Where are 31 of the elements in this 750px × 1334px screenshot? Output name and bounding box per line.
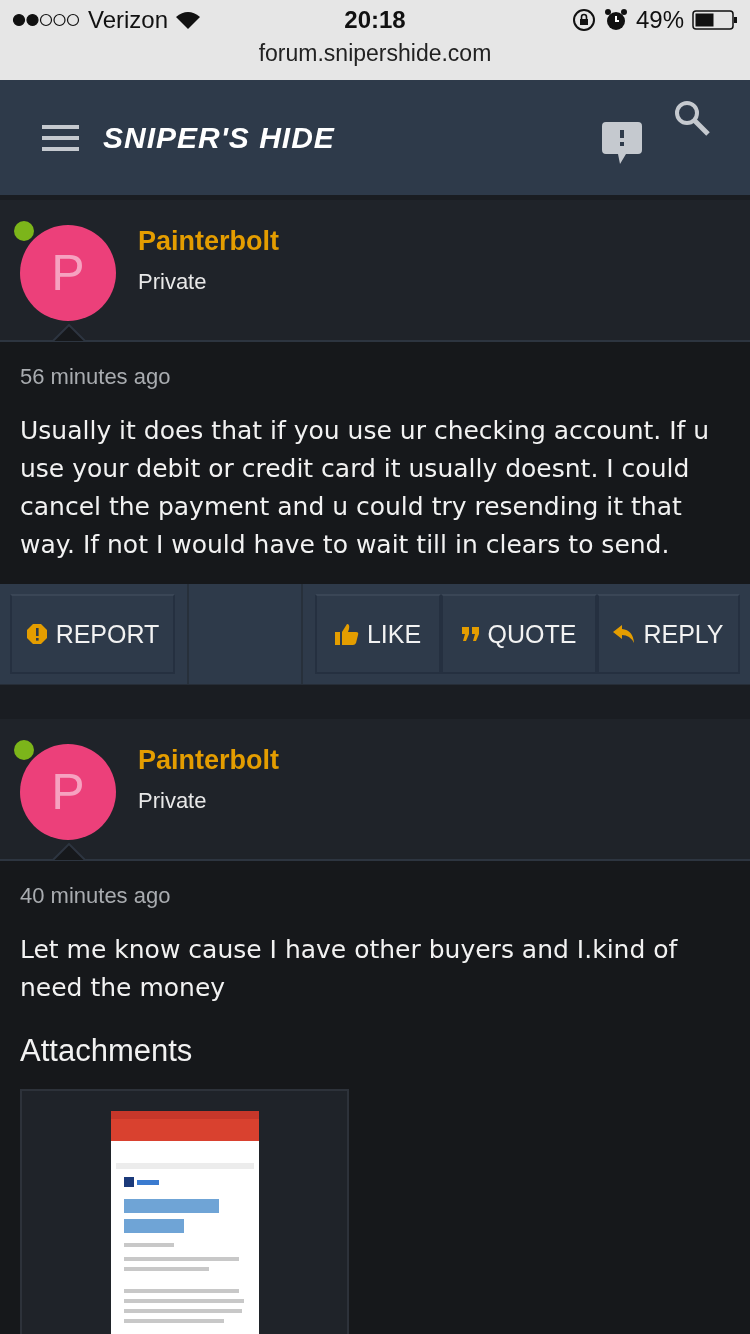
reply-arrow-icon [613, 625, 636, 643]
menu-icon[interactable] [42, 124, 79, 151]
site-logo[interactable]: SNIPER'S HIDE [103, 120, 602, 155]
search-icon[interactable] [674, 99, 710, 136]
author-name[interactable]: Painterbolt [138, 226, 279, 257]
user-role: Private [138, 269, 208, 295]
clock-time: 20:18 [343, 6, 407, 34]
user-role: Private [138, 788, 208, 814]
url-bar[interactable]: forum.snipershide.com [0, 40, 750, 80]
alert-bubble-icon[interactable] [602, 121, 642, 164]
like-button[interactable]: LIKE [315, 594, 441, 674]
author-name[interactable]: Painterbolt [138, 745, 279, 776]
post-message: Usually it does that if you use ur checking account. If u use your debit or credit card it usually doesnt. I could cancel the payment and u could try resending it that way. If not I would have to wait till in clears to send. [20, 415, 711, 561]
wifi-icon [176, 11, 201, 29]
warning-icon [25, 623, 48, 645]
thumbs-up-icon [334, 623, 359, 645]
battery-icon [692, 10, 738, 30]
alarm-icon [603, 8, 628, 32]
post-time[interactable]: 40 minutes ago [20, 883, 730, 909]
report-button[interactable]: REPORT [10, 594, 175, 674]
post-message: Let me know cause I have other buyers and I.kind of need the money [20, 934, 679, 1004]
quote-button[interactable]: QUOTE [441, 594, 597, 674]
attachments-heading: Attachments [20, 1033, 194, 1069]
attachment-thumbnail[interactable] [20, 1089, 349, 1334]
signal-icon [12, 13, 80, 27]
reply-button[interactable]: REPLY [597, 594, 740, 674]
post-time[interactable]: 56 minutes ago [20, 364, 730, 390]
battery-percent: 49% [635, 6, 684, 34]
quote-icon [461, 627, 480, 641]
carrier-name: Verizon [88, 6, 169, 34]
rotation-lock-icon [571, 8, 596, 32]
